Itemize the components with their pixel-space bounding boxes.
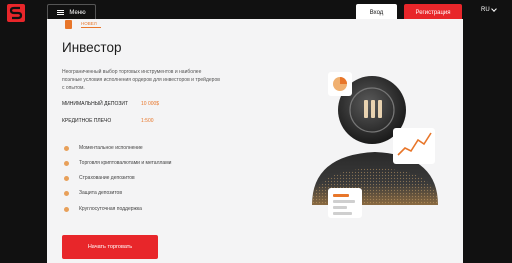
stat-value: 10 000$ xyxy=(141,101,160,107)
brand-logo-icon[interactable] xyxy=(7,4,25,22)
start-trading-button[interactable]: Начать торговать xyxy=(62,235,158,259)
pie-card-icon xyxy=(328,72,352,96)
chevron-down-icon xyxy=(490,6,497,12)
bullet-icon xyxy=(64,145,69,151)
underline xyxy=(81,27,101,28)
investor-illustration xyxy=(312,72,438,218)
feature-text: Страхование депозитов xyxy=(79,175,135,181)
feature-item: Моментальное исполнение xyxy=(64,145,143,151)
description: Неограниченный выбор торговых инструмент… xyxy=(62,69,220,91)
language-select[interactable]: RU xyxy=(481,6,497,13)
menu-label: Меню xyxy=(69,9,86,16)
previous-item-stub: НОВЕЛ xyxy=(64,19,124,31)
feature-text: Защита депозитов xyxy=(79,190,122,196)
bullet-icon xyxy=(64,175,69,181)
feature-item: Круглосуточная поддержка xyxy=(64,206,142,212)
leverage-row: КРЕДИТНОЕ ПЛЕЧО 1:500 xyxy=(62,118,154,124)
hamburger-icon xyxy=(57,9,65,16)
feature-text: Круглосуточная поддержка xyxy=(79,206,142,212)
line-chart-card-icon xyxy=(393,128,435,164)
stat-label: МИНИМАЛЬНЫЙ ДЕПОЗИТ xyxy=(62,101,129,107)
feature-text: Моментальное исполнение xyxy=(79,145,143,151)
language-label: RU xyxy=(481,7,490,13)
min-deposit-row: МИНИМАЛЬНЫЙ ДЕПОЗИТ 10 000$ xyxy=(62,101,159,107)
previous-item-label: НОВЕЛ xyxy=(81,21,97,26)
bullet-icon xyxy=(64,160,69,166)
stat-label: КРЕДИТНОЕ ПЛЕЧО xyxy=(62,118,112,124)
item-icon xyxy=(65,20,72,29)
page-title: Инвестор xyxy=(62,40,122,55)
bar-list-card-icon xyxy=(328,188,362,218)
feature-item: Торговля криптовалютами и металлами xyxy=(64,160,171,166)
bullet-icon xyxy=(64,190,69,196)
feature-item: Страхование депозитов xyxy=(64,175,135,181)
bullet-icon xyxy=(64,206,69,212)
feature-text: Торговля криптовалютами и металлами xyxy=(79,160,172,166)
stat-value: 1:500 xyxy=(141,118,154,124)
feature-item: Защита депозитов xyxy=(64,190,122,196)
